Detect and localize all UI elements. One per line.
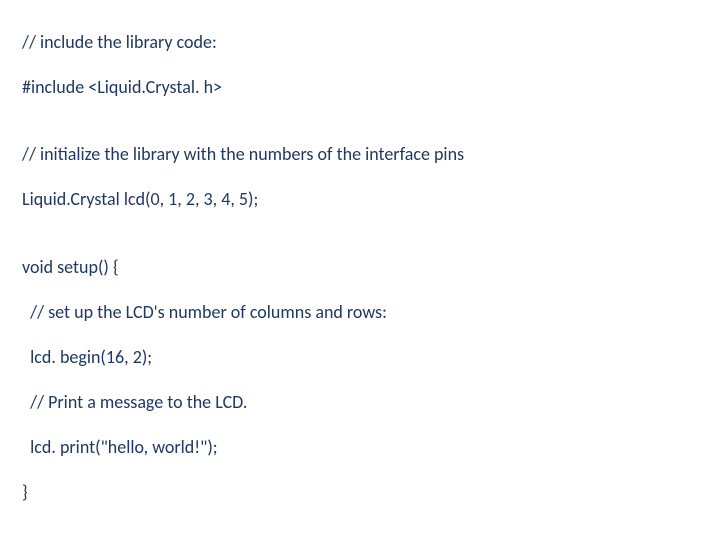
code-line: void setup() { bbox=[22, 256, 698, 279]
code-line: lcd. begin(16, 2); bbox=[22, 346, 698, 369]
code-line: // initialize the library with the numbe… bbox=[22, 143, 698, 166]
code-line: Liquid.Crystal lcd(0, 1, 2, 3, 4, 5); bbox=[22, 188, 698, 211]
code-line: } bbox=[22, 481, 698, 504]
code-line: // Print a message to the LCD. bbox=[22, 391, 698, 414]
code-line: lcd. print("hello, world!"); bbox=[22, 436, 698, 459]
code-line: #include <Liquid.Crystal. h> bbox=[22, 76, 698, 99]
code-slide: // include the library code: #include <L… bbox=[0, 0, 720, 540]
code-line: // set up the LCD's number of columns an… bbox=[22, 301, 698, 324]
code-line: // include the library code: bbox=[22, 31, 698, 54]
